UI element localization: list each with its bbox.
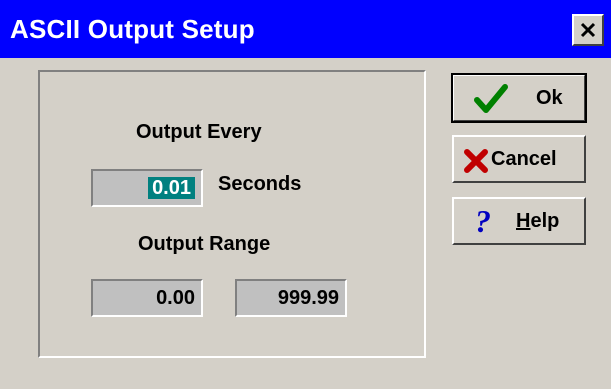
- dialog-title: ASCII Output Setup: [10, 14, 255, 44]
- svg-text:?: ?: [475, 205, 491, 237]
- seconds-unit-label: Seconds: [218, 173, 302, 195]
- ok-button[interactable]: Ok: [451, 73, 587, 123]
- output-range-max-input[interactable]: 999.99: [235, 279, 347, 317]
- help-button[interactable]: ? Help: [452, 197, 586, 245]
- ascii-output-setup-dialog: ASCII Output Setup Output Every 0.01 Sec…: [0, 0, 611, 389]
- title-bar[interactable]: ASCII Output Setup: [0, 0, 611, 58]
- ok-label: Ok: [536, 87, 563, 109]
- question-icon: ?: [475, 205, 491, 237]
- output-range-label: Output Range: [138, 233, 271, 255]
- x-icon: [464, 149, 488, 173]
- cancel-button[interactable]: Cancel: [452, 135, 586, 183]
- output-range-max-value: 999.99: [277, 287, 339, 309]
- output-range-min-input[interactable]: 0.00: [91, 279, 203, 317]
- output-every-input[interactable]: 0.01: [91, 169, 203, 207]
- close-button[interactable]: [572, 14, 604, 46]
- cancel-label: Cancel: [491, 148, 557, 170]
- output-every-value: 0.01: [148, 177, 195, 199]
- help-label: Help: [516, 210, 560, 232]
- close-icon: [580, 22, 596, 38]
- output-every-label: Output Every: [136, 121, 262, 143]
- check-icon: [474, 84, 508, 113]
- output-range-min-value: 0.00: [156, 287, 195, 309]
